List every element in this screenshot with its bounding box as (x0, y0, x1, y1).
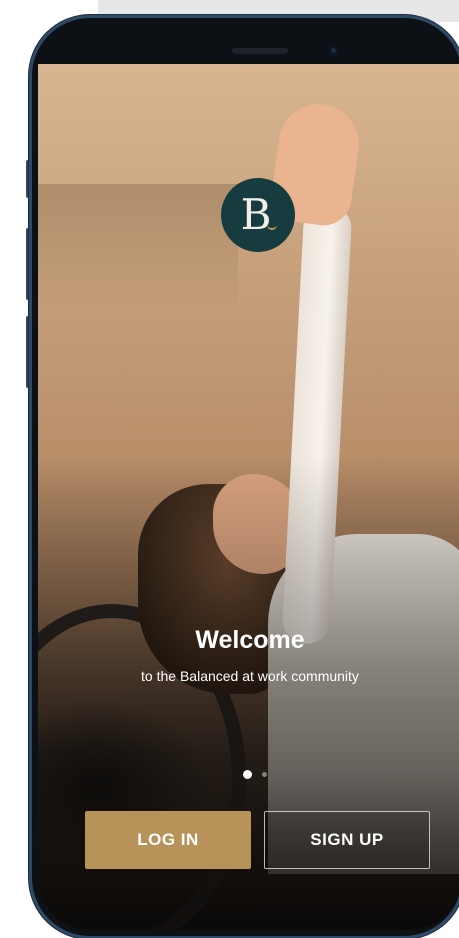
app-logo: B (221, 178, 295, 252)
signup-button[interactable]: SIGN UP (264, 811, 430, 869)
phone-frame: B Welcome to the Balanced at work commun… (32, 18, 459, 936)
page-dot-inactive[interactable] (262, 772, 267, 777)
page-indicator (243, 770, 267, 779)
welcome-screen: B Welcome to the Balanced at work commun… (38, 64, 459, 930)
welcome-subtitle: to the Balanced at work community (141, 668, 359, 684)
login-button[interactable]: LOG IN (85, 811, 251, 869)
logo-letter: B (240, 190, 272, 239)
speaker-grille (232, 48, 288, 54)
logo-smile-mark (267, 222, 277, 230)
welcome-title: Welcome (195, 626, 305, 654)
front-camera (328, 45, 339, 56)
page-dot-active[interactable] (243, 770, 252, 779)
